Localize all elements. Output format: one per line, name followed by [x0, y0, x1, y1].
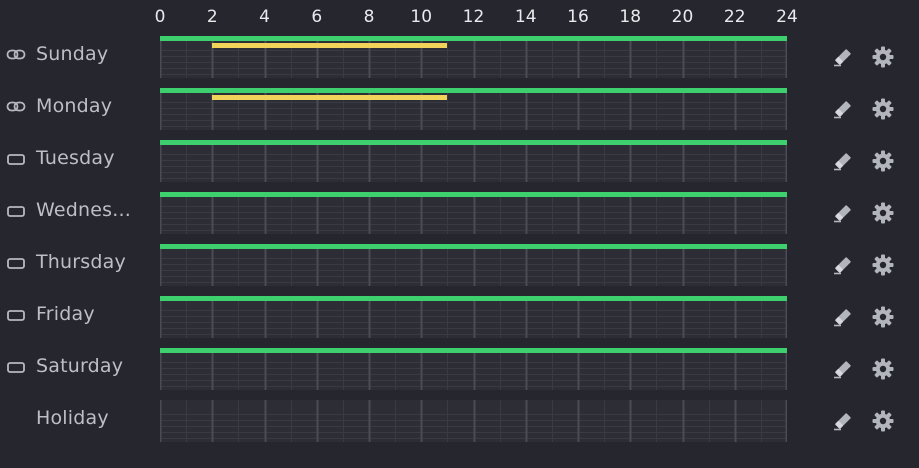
day-timeline[interactable]: [160, 400, 787, 442]
rounded-rectangle-icon[interactable]: [6, 307, 26, 323]
gear-icon[interactable]: [871, 149, 895, 173]
timeline-grid: [160, 192, 787, 234]
day-timeline[interactable]: [160, 348, 787, 390]
secondary-schedule-bar[interactable]: [212, 43, 448, 48]
gear-icon[interactable]: [871, 201, 895, 225]
gear-icon[interactable]: [871, 253, 895, 277]
hour-label-22: 22: [723, 7, 746, 27]
eraser-icon[interactable]: [832, 410, 854, 432]
rounded-rectangle-icon[interactable]: [6, 203, 26, 219]
eraser-icon[interactable]: [832, 46, 854, 68]
day-label: Sunday: [36, 43, 109, 65]
gear-icon[interactable]: [871, 45, 895, 69]
hour-label-10: 10: [410, 7, 433, 27]
primary-schedule-bar[interactable]: [160, 296, 787, 301]
hour-label-14: 14: [514, 7, 537, 27]
schedule-row: Saturday: [0, 348, 919, 400]
primary-schedule-bar[interactable]: [160, 348, 787, 353]
timeline-grid: [160, 296, 787, 338]
schedule-row: Sunday: [0, 36, 919, 88]
schedule-row: Thursday: [0, 244, 919, 296]
chain-link-icon[interactable]: [6, 47, 26, 63]
hour-label-12: 12: [462, 7, 485, 27]
day-label: Wednes...: [36, 199, 131, 221]
day-label: Thursday: [36, 251, 126, 273]
timeline-grid: [160, 400, 787, 442]
hour-label-18: 18: [619, 7, 642, 27]
day-label: Tuesday: [36, 147, 115, 169]
day-timeline[interactable]: [160, 88, 787, 130]
primary-schedule-bar[interactable]: [160, 244, 787, 249]
hour-label-8: 8: [363, 7, 375, 27]
timeline-grid: [160, 140, 787, 182]
schedule-row: Wednes...: [0, 192, 919, 244]
eraser-icon[interactable]: [832, 98, 854, 120]
chain-link-icon[interactable]: [6, 99, 26, 115]
day-timeline[interactable]: [160, 296, 787, 338]
primary-schedule-bar[interactable]: [160, 140, 787, 145]
primary-schedule-bar[interactable]: [160, 192, 787, 197]
gear-icon[interactable]: [871, 357, 895, 381]
day-label: Monday: [36, 95, 113, 117]
rounded-rectangle-icon[interactable]: [6, 151, 26, 167]
hour-label-2: 2: [206, 7, 218, 27]
rounded-rectangle-icon[interactable]: [6, 255, 26, 271]
eraser-icon[interactable]: [832, 202, 854, 224]
day-timeline[interactable]: [160, 244, 787, 286]
hour-label-24: 24: [776, 7, 798, 27]
primary-schedule-bar[interactable]: [160, 36, 787, 41]
primary-schedule-bar[interactable]: [160, 88, 787, 93]
hour-label-6: 6: [311, 7, 323, 27]
eraser-icon[interactable]: [832, 254, 854, 276]
timeline-grid: [160, 244, 787, 286]
hour-label-0: 0: [154, 7, 166, 27]
schedule-row: Monday: [0, 88, 919, 140]
hour-label-20: 20: [671, 7, 694, 27]
day-timeline[interactable]: [160, 140, 787, 182]
day-label: Friday: [36, 303, 95, 325]
eraser-icon[interactable]: [832, 306, 854, 328]
day-label: Saturday: [36, 355, 124, 377]
gear-icon[interactable]: [871, 97, 895, 121]
hour-label-16: 16: [567, 7, 589, 27]
hour-label-4: 4: [259, 7, 270, 27]
schedule-row: Tuesday: [0, 140, 919, 192]
secondary-schedule-bar[interactable]: [212, 95, 448, 100]
rounded-rectangle-icon[interactable]: [6, 359, 26, 375]
eraser-icon[interactable]: [832, 358, 854, 380]
day-label: Holiday: [36, 407, 109, 429]
timeline-grid: [160, 348, 787, 390]
day-timeline[interactable]: [160, 192, 787, 234]
gear-icon[interactable]: [871, 305, 895, 329]
gear-icon[interactable]: [871, 409, 895, 433]
eraser-icon[interactable]: [832, 150, 854, 172]
day-timeline[interactable]: [160, 36, 787, 78]
schedule-row: Holiday: [0, 400, 919, 452]
schedule-row: Friday: [0, 296, 919, 348]
